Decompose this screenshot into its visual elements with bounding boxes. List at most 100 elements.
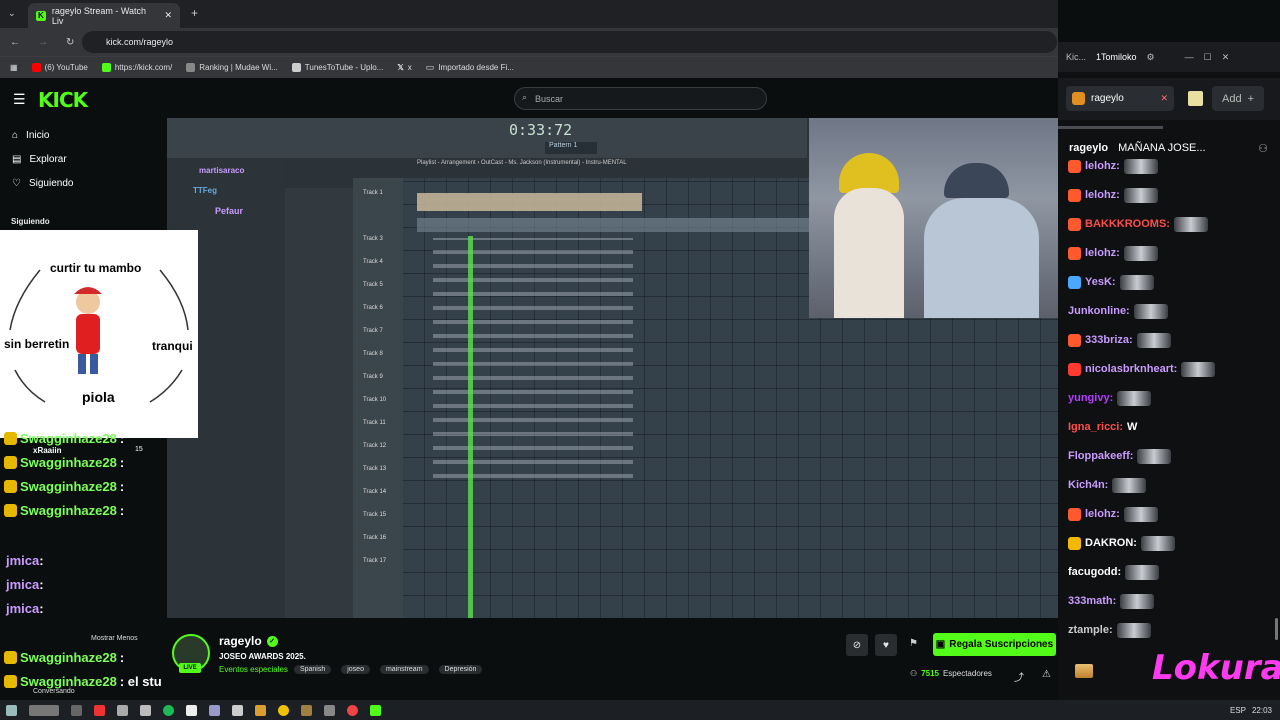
chat-emote-icon xyxy=(1123,506,1158,522)
chrome-icon[interactable] xyxy=(347,704,358,716)
chat-username[interactable]: Junkonline: xyxy=(1068,305,1130,317)
kick-taskbar-icon[interactable] xyxy=(370,704,381,716)
lang-indicator[interactable]: ESP xyxy=(1230,706,1246,715)
minimize-icon[interactable]: — xyxy=(1185,52,1194,62)
gift-subs-button[interactable]: ▣ Regala Suscripciones xyxy=(933,633,1056,656)
chat-emote-icon xyxy=(1181,361,1216,377)
category-link[interactable]: Eventos especiales xyxy=(219,665,288,674)
fl-chat-user: TTFeg xyxy=(193,186,217,195)
app-icon[interactable] xyxy=(140,704,151,716)
user-icon[interactable]: ⚇ xyxy=(1258,142,1268,155)
chat-username[interactable]: YesK: xyxy=(1085,276,1116,288)
new-tab-icon[interactable]: + xyxy=(191,6,198,20)
emote-picker-icon[interactable] xyxy=(1188,91,1203,106)
chat-emote-icon xyxy=(1173,216,1208,232)
forward-icon[interactable]: → xyxy=(38,37,48,48)
chat-username[interactable]: BAKKKROOMS: xyxy=(1085,218,1170,230)
url-field[interactable]: kick.com/rageylo xyxy=(82,31,1057,53)
chat-username[interactable]: lelohz: xyxy=(1085,247,1120,259)
reload-icon[interactable]: ↻ xyxy=(66,37,74,48)
add-channel-button[interactable]: Add + xyxy=(1212,86,1264,111)
fl-pattern-clips xyxy=(433,238,633,488)
follow-button[interactable]: ♥ xyxy=(875,634,897,656)
fl-track-label: Track 9 xyxy=(363,374,383,380)
app-icon[interactable] xyxy=(71,704,82,716)
chat-username[interactable]: Floppakeeff: xyxy=(1068,450,1133,462)
app-icon[interactable] xyxy=(186,704,197,716)
app-icon[interactable] xyxy=(209,704,220,716)
chat-scrollbar[interactable] xyxy=(1275,618,1278,640)
show-less-label[interactable]: Mostrar Menos xyxy=(91,635,138,642)
close-tab-icon[interactable]: ✕ xyxy=(164,10,172,21)
bookmark-youtube[interactable]: (6) YouTube xyxy=(31,63,88,72)
start-icon[interactable] xyxy=(6,704,17,716)
verified-icon: ✓ xyxy=(266,635,278,647)
menu-icon[interactable]: ☰ xyxy=(13,91,26,108)
channel-tab-label: rageylo xyxy=(1091,93,1124,104)
nav-following[interactable]: ♡ Siguiendo xyxy=(12,178,73,189)
bookmark-kick[interactable]: https://kick.com/ xyxy=(101,63,172,72)
stream-video[interactable]: 0:33:72 Pattern 1 Playlist - Arrangement… xyxy=(167,118,1058,618)
fl-studio-icon[interactable] xyxy=(301,704,312,716)
channel-tab[interactable]: rageylo ✕ xyxy=(1066,86,1174,111)
chat-username[interactable]: 333math: xyxy=(1068,595,1116,607)
settings-gear-icon[interactable]: ⚙ xyxy=(1147,52,1155,63)
fl-track-label: Track 12 xyxy=(363,443,387,449)
tag-chip[interactable]: Depresión xyxy=(438,665,483,674)
nav-label: Siguiendo xyxy=(28,178,74,189)
chat-text: : xyxy=(119,650,125,665)
bookmark-folder[interactable]: ▭ Importado desde Fi... xyxy=(426,62,514,73)
tag-chip[interactable]: Spanish xyxy=(293,665,332,674)
nav-explore[interactable]: ▤ Explorar xyxy=(12,154,67,165)
chat-username[interactable]: Kich4n: xyxy=(1068,479,1108,491)
chat-username[interactable]: Igna_ricci: xyxy=(1068,421,1123,433)
report-icon[interactable]: ⚠ xyxy=(1042,669,1051,680)
tag-chip[interactable]: mainstream xyxy=(379,665,429,674)
app-icon[interactable] xyxy=(94,704,105,716)
search-taskbar-icon[interactable] xyxy=(29,704,59,716)
kick-logo[interactable]: KICK xyxy=(38,88,88,112)
chat-username[interactable]: nicolasbrknheart: xyxy=(1085,363,1177,375)
chat-username[interactable]: lelohz: xyxy=(1085,508,1120,520)
app-icon[interactable] xyxy=(255,704,266,716)
back-icon[interactable]: ← xyxy=(10,37,20,48)
chat-user: Swagginhaze28 xyxy=(20,455,117,470)
streamer-name-row[interactable]: rageylo ✓ xyxy=(219,634,278,648)
tag-chip[interactable]: joseo xyxy=(341,665,370,674)
bookmark-tunestotube[interactable]: TunesToTube - Uplo... xyxy=(291,63,383,72)
chat-username[interactable]: DAKRON: xyxy=(1085,537,1137,549)
clock[interactable]: 22:03 xyxy=(1252,706,1272,715)
bookmark-label: (6) YouTube xyxy=(44,63,88,72)
spotify-icon[interactable] xyxy=(163,704,174,716)
apps-grid-icon[interactable]: ▦ xyxy=(10,63,18,72)
chat-username[interactable]: yungivy: xyxy=(1068,392,1113,404)
app-icon[interactable] xyxy=(324,704,335,716)
gift-icon[interactable]: ⚑ xyxy=(909,638,918,649)
chat-username[interactable]: lelohz: xyxy=(1085,189,1120,201)
bookmark-x[interactable]: 𝕏x xyxy=(397,63,411,72)
app-icon[interactable] xyxy=(278,704,289,716)
share-icon[interactable]: ⤴ xyxy=(1014,669,1024,684)
app-icon[interactable] xyxy=(117,704,128,716)
chat-username[interactable]: lelohz: xyxy=(1085,160,1120,172)
maximize-icon[interactable]: ☐ xyxy=(1204,52,1212,63)
fl-track-label: Track 5 xyxy=(363,282,383,288)
mute-notifications-button[interactable]: ⊘ xyxy=(846,634,868,656)
app-icon[interactable] xyxy=(232,704,243,716)
chat-emote-icon[interactable] xyxy=(1075,664,1093,678)
chat-username[interactable]: 333briza: xyxy=(1085,334,1133,346)
chat-emote-icon xyxy=(1116,622,1151,638)
nav-home[interactable]: ⌂ Inicio xyxy=(12,130,49,141)
overlay-chat-line: Swagginhaze28: xyxy=(4,503,124,518)
raider-count: 15 xyxy=(135,446,143,453)
tab-list-icon[interactable]: ⌄ xyxy=(8,8,16,19)
search-input[interactable]: ⌕ Buscar xyxy=(514,87,767,110)
chat-username[interactable]: ztample: xyxy=(1068,624,1113,636)
chat-text: : xyxy=(119,431,125,446)
close-window-icon[interactable]: ✕ xyxy=(1222,52,1230,63)
bookmark-mudae[interactable]: Ranking | Mudae Wi... xyxy=(186,63,278,72)
close-tab-icon[interactable]: ✕ xyxy=(1160,93,1168,104)
fl-playhead xyxy=(468,236,473,618)
browser-tab[interactable]: K rageylo Stream - Watch Liv ✕ xyxy=(28,3,180,28)
chat-username[interactable]: facugodd: xyxy=(1068,566,1121,578)
